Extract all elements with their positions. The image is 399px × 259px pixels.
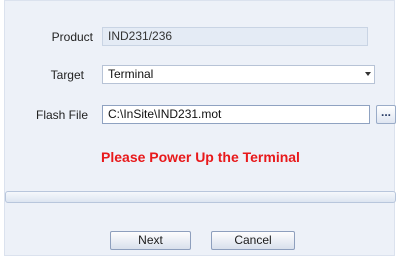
flash-file-input[interactable]: C:\InSite\IND231.mot (102, 105, 370, 124)
flash-file-label: Flash File (35, 108, 88, 122)
progress-bar (5, 191, 396, 203)
flash-dialog: Product IND231/236 Target Terminal Flash… (4, 0, 396, 256)
target-label: Target (50, 68, 84, 82)
product-field: IND231/236 (102, 27, 368, 46)
browse-button[interactable]: ... (376, 105, 396, 124)
product-label: Product (51, 30, 93, 44)
status-message: Please Power Up the Terminal (101, 149, 300, 165)
target-select[interactable]: Terminal (102, 65, 375, 84)
cancel-button[interactable]: Cancel (211, 231, 295, 250)
next-button[interactable]: Next (110, 231, 191, 250)
chevron-down-icon[interactable] (365, 72, 371, 76)
target-select-value: Terminal (108, 67, 154, 81)
